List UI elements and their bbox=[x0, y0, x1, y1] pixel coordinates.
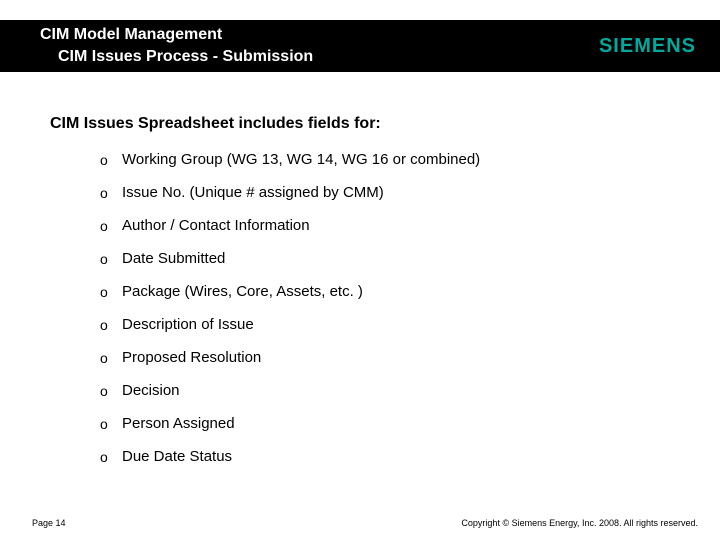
slide-title: CIM Model Management CIM Issues Process … bbox=[40, 24, 313, 67]
list-item: Date Submitted bbox=[100, 250, 680, 267]
list-item: Proposed Resolution bbox=[100, 349, 680, 366]
title-bar: CIM Model Management CIM Issues Process … bbox=[0, 20, 720, 72]
list-item: Person Assigned bbox=[100, 415, 680, 432]
list-item: Due Date Status bbox=[100, 448, 680, 465]
slide: CIM Model Management CIM Issues Process … bbox=[0, 0, 720, 540]
copyright-text: Copyright © Siemens Energy, Inc. 2008. A… bbox=[461, 518, 698, 528]
list-item: Author / Contact Information bbox=[100, 217, 680, 234]
list-item: Description of Issue bbox=[100, 316, 680, 333]
field-list: Working Group (WG 13, WG 14, WG 16 or co… bbox=[50, 151, 680, 465]
list-item: Issue No. (Unique # assigned by CMM) bbox=[100, 184, 680, 201]
list-item: Decision bbox=[100, 382, 680, 399]
content-area: CIM Issues Spreadsheet includes fields f… bbox=[50, 115, 680, 481]
intro-text: CIM Issues Spreadsheet includes fields f… bbox=[50, 115, 680, 133]
title-line-2: CIM Issues Process - Submission bbox=[40, 46, 313, 68]
list-item: Package (Wires, Core, Assets, etc. ) bbox=[100, 283, 680, 300]
footer: Page 14 Copyright © Siemens Energy, Inc.… bbox=[0, 518, 720, 528]
title-line-1: CIM Model Management bbox=[40, 24, 313, 46]
siemens-logo: SIEMENS bbox=[599, 35, 696, 58]
list-item: Working Group (WG 13, WG 14, WG 16 or co… bbox=[100, 151, 680, 168]
page-number: Page 14 bbox=[32, 518, 66, 528]
